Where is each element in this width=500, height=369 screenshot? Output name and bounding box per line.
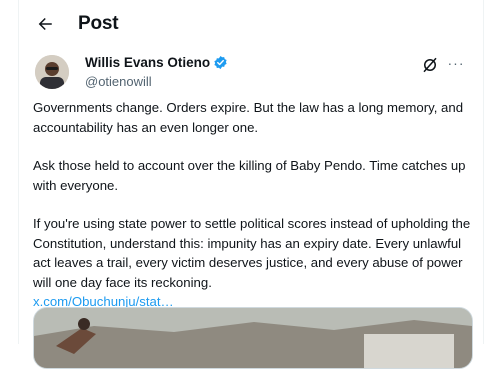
post-header: Post	[19, 0, 483, 48]
verified-badge-icon	[214, 55, 227, 70]
back-button[interactable]	[33, 12, 57, 36]
post-media-image[interactable]	[33, 307, 473, 369]
avatar[interactable]	[35, 55, 69, 89]
post-text: Governments change. Orders expire. But t…	[33, 98, 473, 312]
arrow-left-icon	[38, 18, 52, 30]
author-handle[interactable]: @otienowill	[85, 74, 228, 89]
post-paragraph-2: Ask those held to account over the killi…	[33, 158, 466, 193]
post-paragraph-1: Governments change. Orders expire. But t…	[33, 100, 464, 135]
grok-button[interactable]	[421, 56, 439, 74]
more-options-button[interactable]: ···	[445, 54, 467, 72]
post-paragraph-3: If you're using state power to settle po…	[33, 216, 471, 290]
post-page: Post Willis Evans Otieno @otienowill ···…	[18, 0, 484, 369]
page-title: Post	[78, 13, 119, 34]
author-name[interactable]: Willis Evans Otieno	[85, 55, 210, 70]
grok-icon	[423, 57, 437, 73]
author-row: Willis Evans Otieno @otienowill ···	[33, 52, 473, 92]
author-info: Willis Evans Otieno @otienowill	[85, 55, 228, 89]
